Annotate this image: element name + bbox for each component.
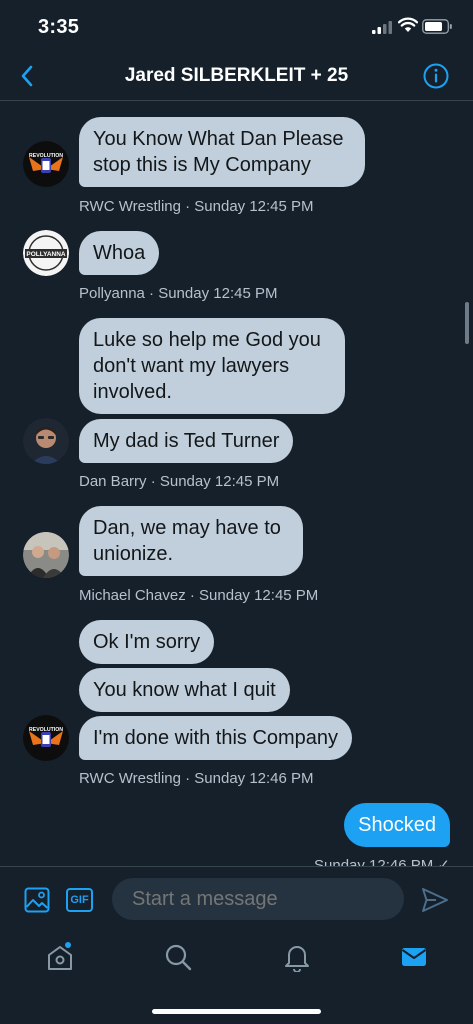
avatar-rwc-wrestling[interactable]: REVOLUTION <box>23 141 69 187</box>
svg-text:POLLYANNA: POLLYANNA <box>26 251 66 258</box>
message-meta: Michael Chavez · Sunday 12:45 PM <box>79 587 319 604</box>
avatar-dan-barry[interactable] <box>23 418 69 464</box>
svg-text:REVOLUTION: REVOLUTION <box>29 153 63 159</box>
send-icon[interactable] <box>420 885 450 915</box>
home-indicator[interactable] <box>152 1009 321 1014</box>
message-input[interactable] <box>112 878 404 920</box>
message-meta: RWC Wrestling · Sunday 12:46 PM <box>79 770 314 787</box>
conversation-title[interactable]: Jared SILBERKLEIT + 25 <box>0 65 473 87</box>
message-composer: GIF <box>0 866 473 930</box>
message-bubble[interactable]: Luke so help me God you don't want my la… <box>79 318 345 414</box>
message-bubble[interactable]: My dad is Ted Turner <box>79 419 294 463</box>
message-bubble-sent[interactable]: Shocked <box>344 803 450 847</box>
mail-icon[interactable] <box>399 942 429 972</box>
wifi-icon <box>398 17 418 32</box>
message-meta: RWC Wrestling · Sunday 12:45 PM <box>79 198 314 215</box>
signal-icon <box>372 21 392 34</box>
message-bubble[interactable]: You Know What Dan Please stop this is My… <box>79 117 365 187</box>
image-icon[interactable] <box>24 887 50 913</box>
svg-text:REVOLUTION: REVOLUTION <box>29 727 63 733</box>
bell-icon[interactable] <box>282 942 312 972</box>
avatar-michael-chavez[interactable] <box>23 532 69 578</box>
message-list[interactable]: You Know What Dan Please stop this is My… <box>0 101 473 866</box>
battery-icon <box>422 19 452 34</box>
conversation-header: Jared SILBERKLEIT + 25 <box>0 56 473 101</box>
home-icon[interactable] <box>45 942 75 972</box>
info-icon[interactable] <box>422 62 450 90</box>
status-bar: 3:35 <box>0 0 473 56</box>
search-icon[interactable] <box>163 942 193 972</box>
message-bubble[interactable]: I'm done with this Company <box>79 716 353 760</box>
message-bubble[interactable]: Ok I'm sorry <box>79 620 215 664</box>
message-bubble[interactable]: Whoa <box>79 231 160 275</box>
message-meta: Dan Barry · Sunday 12:45 PM <box>79 473 280 490</box>
scrollbar[interactable] <box>465 302 469 344</box>
message-meta: Pollyanna · Sunday 12:45 PM <box>79 285 278 302</box>
message-bubble[interactable]: Dan, we may have to unionize. <box>79 506 303 576</box>
status-time: 3:35 <box>38 16 80 38</box>
avatar-rwc-wrestling[interactable]: REVOLUTION <box>23 715 69 761</box>
avatar-pollyanna[interactable]: POLLYANNA <box>23 230 69 276</box>
message-bubble[interactable]: You know what I quit <box>79 668 290 712</box>
message-meta-sent: Sunday 12:46 PM ✓ <box>314 857 450 866</box>
gif-button[interactable]: GIF <box>66 888 93 912</box>
